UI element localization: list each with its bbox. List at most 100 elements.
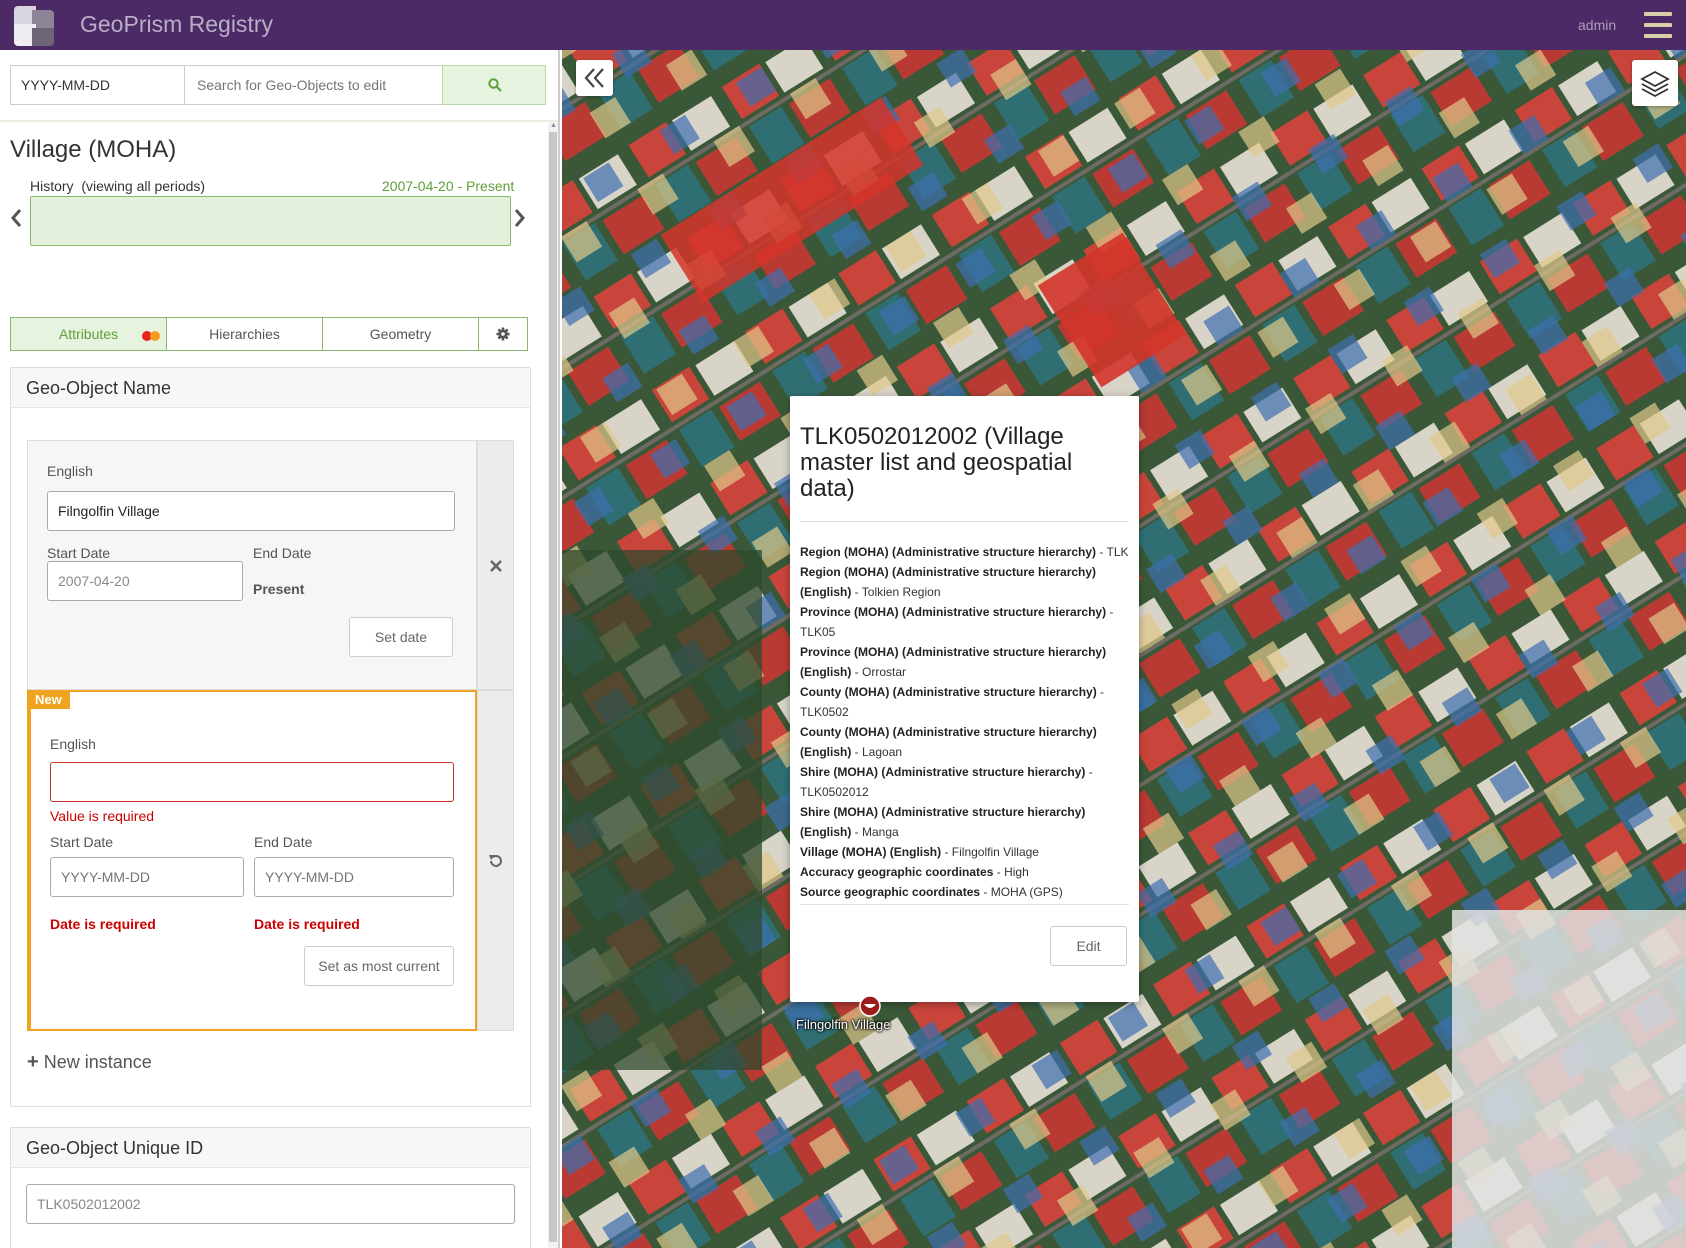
scrollbar-thumb[interactable] <box>549 132 557 1242</box>
remove-instance-button[interactable] <box>477 440 514 690</box>
card-title: Geo-Object Unique ID <box>11 1128 530 1168</box>
status-indicator <box>142 331 162 341</box>
locale-label: English <box>47 463 93 479</box>
end-date-label: End Date <box>253 545 312 561</box>
attribute-value: Tolkien Region <box>861 585 941 599</box>
attribute-value: MOHA (GPS) <box>990 885 1063 899</box>
scroll-up-arrow-icon[interactable]: ▲ <box>550 122 557 129</box>
gear-icon <box>496 327 510 341</box>
popup-attributes: Region (MOHA) (Administrative structure … <box>800 542 1130 902</box>
tab-attributes[interactable]: Attributes <box>10 317 167 351</box>
attribute-value: Lagoan <box>862 745 903 759</box>
attribute-key: Shire (MOHA) (Administrative structure h… <box>800 805 1086 839</box>
user-menu[interactable]: admin <box>1578 17 1616 33</box>
attribute-key: Village (MOHA) (English) <box>800 845 942 859</box>
attribute-separator: - <box>851 665 862 679</box>
attribute-key: Province (MOHA) (Administrative structur… <box>800 645 1107 679</box>
set-date-button[interactable]: Set date <box>349 617 453 657</box>
close-icon <box>490 560 502 572</box>
attribute-value: Orrostar <box>862 665 907 679</box>
set-as-most-current-button[interactable]: Set as most current <box>304 946 454 986</box>
start-date-label: Start Date <box>47 545 111 561</box>
end-date-input[interactable] <box>254 857 454 897</box>
chevron-right-icon[interactable] <box>514 208 526 234</box>
attribute-key: Region (MOHA) (Administrative structure … <box>800 565 1097 599</box>
attribute-key: County (MOHA) (Administrative structure … <box>800 725 1097 759</box>
search-input[interactable] <box>184 65 453 105</box>
popup-attribute-row: County (MOHA) (Administrative structure … <box>800 682 1130 722</box>
attribute-separator: - <box>1085 765 1093 779</box>
card-title: Geo-Object Name <box>11 368 530 408</box>
attribute-separator: - <box>1096 545 1107 559</box>
attribute-value: TLK05 <box>800 625 836 639</box>
plus-icon: + <box>27 1051 39 1073</box>
history-range: 2007-04-20 - Present <box>382 178 515 194</box>
double-chevron-left-icon <box>584 68 604 88</box>
popup-title: TLK0502012002 (Village master list and g… <box>800 423 1073 502</box>
tab-settings[interactable] <box>478 317 528 351</box>
popup-attribute-row: Accuracy geographic coordinates - High <box>800 862 1130 882</box>
layers-button[interactable] <box>1632 60 1678 106</box>
tab-hierarchies[interactable]: Hierarchies <box>166 317 323 351</box>
top-navbar: GeoPrism Registry admin <box>0 0 1686 50</box>
locale-label: English <box>50 736 96 752</box>
popup-attribute-row: Region (MOHA) (Administrative structure … <box>800 562 1130 602</box>
tab-bar: Attributes Hierarchies Geometry <box>10 317 528 351</box>
start-date-label: Start Date <box>50 834 114 850</box>
attribute-separator: - <box>851 745 862 759</box>
date-input[interactable] <box>10 65 185 105</box>
popup-attribute-row: Shire (MOHA) (Administrative structure h… <box>800 762 1130 802</box>
attribute-separator: - <box>851 825 862 839</box>
popup-attribute-row: Source geographic coordinates - MOHA (GP… <box>800 882 1130 902</box>
chevron-left-icon[interactable] <box>10 208 22 234</box>
popup-attribute-row: Region (MOHA) (Administrative structure … <box>800 542 1130 562</box>
new-instance-link[interactable]: + New instance <box>27 1051 152 1074</box>
edit-button[interactable]: Edit <box>1050 926 1127 966</box>
map-view[interactable]: TLK0502012002 (Village master list and g… <box>562 50 1686 1248</box>
error-message: Date is required <box>50 916 156 932</box>
attribute-key: Source geographic coordinates <box>800 885 981 899</box>
new-instance-label: New instance <box>43 1052 152 1072</box>
attribute-value: Manga <box>862 825 899 839</box>
undo-instance-button[interactable] <box>477 690 514 1031</box>
tab-geometry[interactable]: Geometry <box>322 317 479 351</box>
divider <box>800 904 1129 905</box>
name-input[interactable] <box>50 762 454 802</box>
unique-id-input[interactable] <box>26 1184 515 1224</box>
tab-label: Geometry <box>369 326 432 342</box>
popup-attribute-row: Province (MOHA) (Administrative structur… <box>800 602 1130 642</box>
tab-label: Attributes <box>58 326 119 342</box>
start-date-input[interactable] <box>47 561 243 601</box>
collapse-panel-button[interactable] <box>576 60 613 96</box>
error-message: Date is required <box>254 916 360 932</box>
attribute-separator: - <box>941 845 952 859</box>
history-timeline-period[interactable] <box>30 196 511 246</box>
geo-object-name-card: Geo-Object Name English Start Date End D… <box>10 367 531 1107</box>
attribute-separator: - <box>851 585 862 599</box>
attribute-key: Shire (MOHA) (Administrative structure h… <box>800 765 1086 779</box>
geo-object-id-card: Geo-Object Unique ID <box>10 1127 531 1248</box>
attribute-value: TLK <box>1106 545 1129 559</box>
hamburger-menu-icon[interactable] <box>1644 12 1672 40</box>
search-button[interactable] <box>442 65 546 105</box>
name-instance: English Start Date End Date Present Set … <box>27 440 477 690</box>
layers-icon <box>1640 70 1670 98</box>
feature-popup: TLK0502012002 (Village master list and g… <box>790 396 1139 1002</box>
end-date-value: Present <box>253 581 305 597</box>
panel-scrollbar[interactable]: ▲ <box>548 122 558 1248</box>
app-logo[interactable] <box>14 6 54 46</box>
name-input[interactable] <box>47 491 455 531</box>
tab-label: Hierarchies <box>209 326 280 342</box>
attribute-key: County (MOHA) (Administrative structure … <box>800 685 1097 699</box>
start-date-input[interactable] <box>50 857 244 897</box>
attribute-key: Province (MOHA) (Administrative structur… <box>800 605 1107 619</box>
end-date-label: End Date <box>254 834 313 850</box>
app-title[interactable]: GeoPrism Registry <box>80 11 273 38</box>
attribute-separator: - <box>1106 605 1114 619</box>
popup-attribute-row: Province (MOHA) (Administrative structur… <box>800 642 1130 682</box>
attribute-separator: - <box>1096 685 1105 699</box>
attribute-separator: - <box>980 885 991 899</box>
error-message: Value is required <box>50 808 155 824</box>
attribute-value: High <box>1004 865 1029 879</box>
popup-attribute-row: Village (MOHA) (English) - Filngolfin Vi… <box>800 842 1130 862</box>
